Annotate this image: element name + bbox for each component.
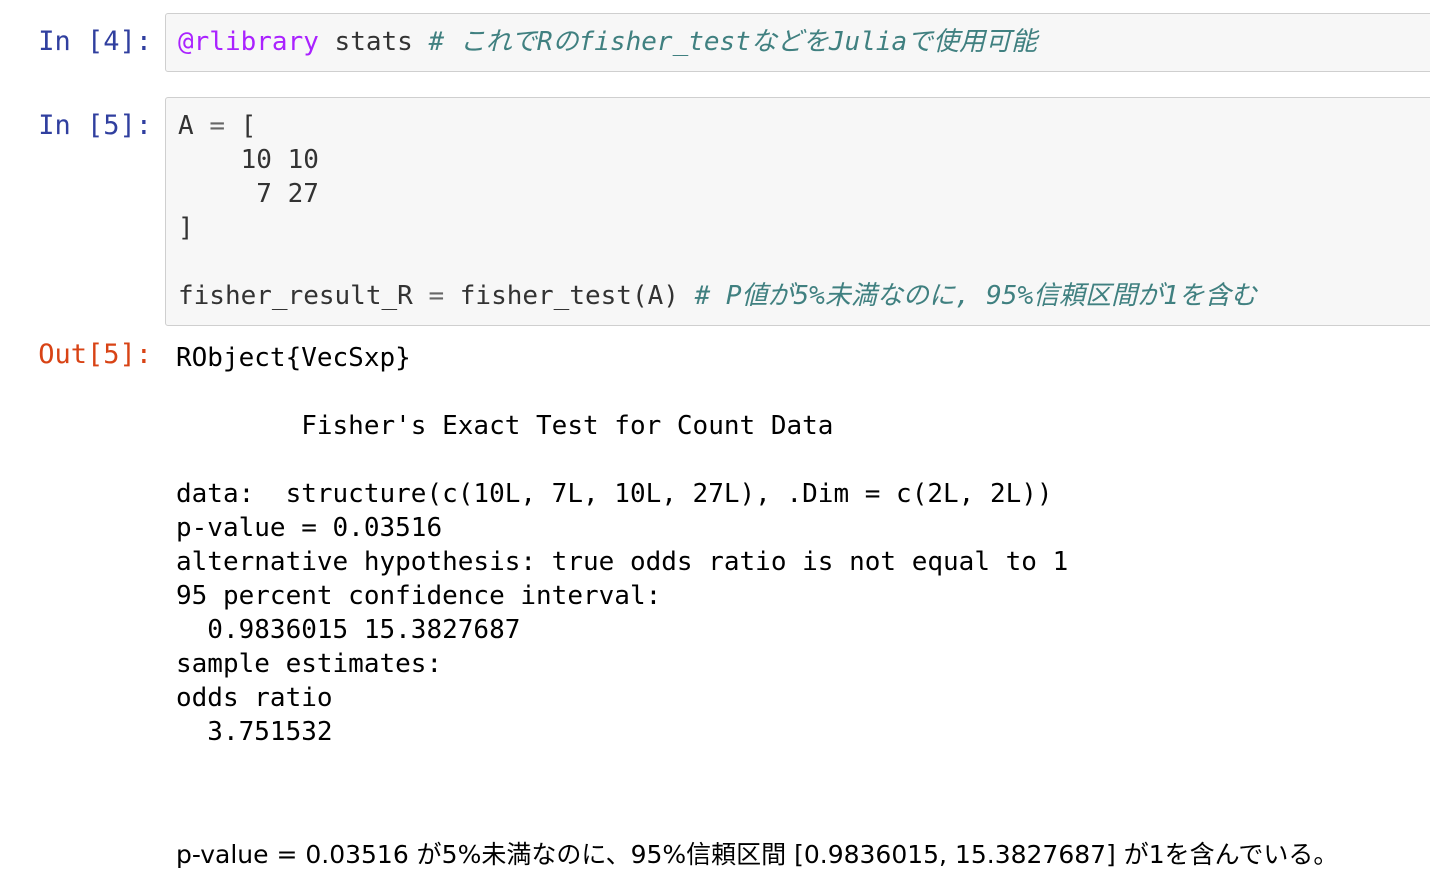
code-token: = [428, 281, 445, 311]
code-token: stats [318, 27, 429, 57]
code-token: # これでRのfisher_testなどをJuliaで使用可能 [428, 27, 1038, 57]
cell-5-input-area[interactable]: A = [ 10 10 7 27 ] fisher_result_R = fis… [165, 97, 1430, 326]
output-line: Fisher's Exact Test for Count Data [176, 411, 834, 441]
output-line: p-value = 0.03516 [176, 513, 443, 543]
code-token: @rlibrary [178, 27, 319, 57]
output-line: odds ratio [176, 683, 333, 713]
output-line: data: structure(c(10L, 7L, 10L, 27L), .D… [176, 479, 1053, 509]
cell-5-output-prompt: Out[5]: [38, 339, 152, 370]
output-line: RObject{VecSxp} [176, 343, 411, 373]
output-line: sample estimates: [176, 649, 443, 679]
cell-5-input-prompt: In [5]: [38, 110, 152, 141]
cell-5-output-text: RObject{VecSxp} Fisher's Exact Test for … [176, 341, 1068, 749]
cell-4-code[interactable]: @rlibrary stats # これでRのfisher_testなどをJul… [166, 14, 1430, 59]
code-token: [ 10 10 7 27 ] fisher_result_R [178, 111, 413, 311]
output-line: 0.9836015 15.3827687 [176, 615, 521, 645]
code-token: # P値が5%未満なのに, 95%信頼区間が1を含む [694, 281, 1257, 311]
cell-4-input-prompt: In [4]: [38, 26, 152, 57]
code-token: fisher_test(A) [444, 281, 695, 311]
code-token: = [209, 111, 225, 141]
caption-text: p-value = 0.03516 が5%未満なのに、95%信頼区間 [0.98… [176, 840, 1339, 869]
code-token: A [178, 111, 210, 141]
cell-5-code[interactable]: A = [ 10 10 7 27 ] fisher_result_R = fis… [166, 98, 1430, 313]
cell-4-input-area[interactable]: @rlibrary stats # これでRのfisher_testなどをJul… [165, 13, 1430, 72]
output-line: alternative hypothesis: true odds ratio … [176, 547, 1069, 577]
output-line: 3.751532 [176, 717, 333, 747]
output-line: 95 percent confidence interval: [176, 581, 662, 611]
